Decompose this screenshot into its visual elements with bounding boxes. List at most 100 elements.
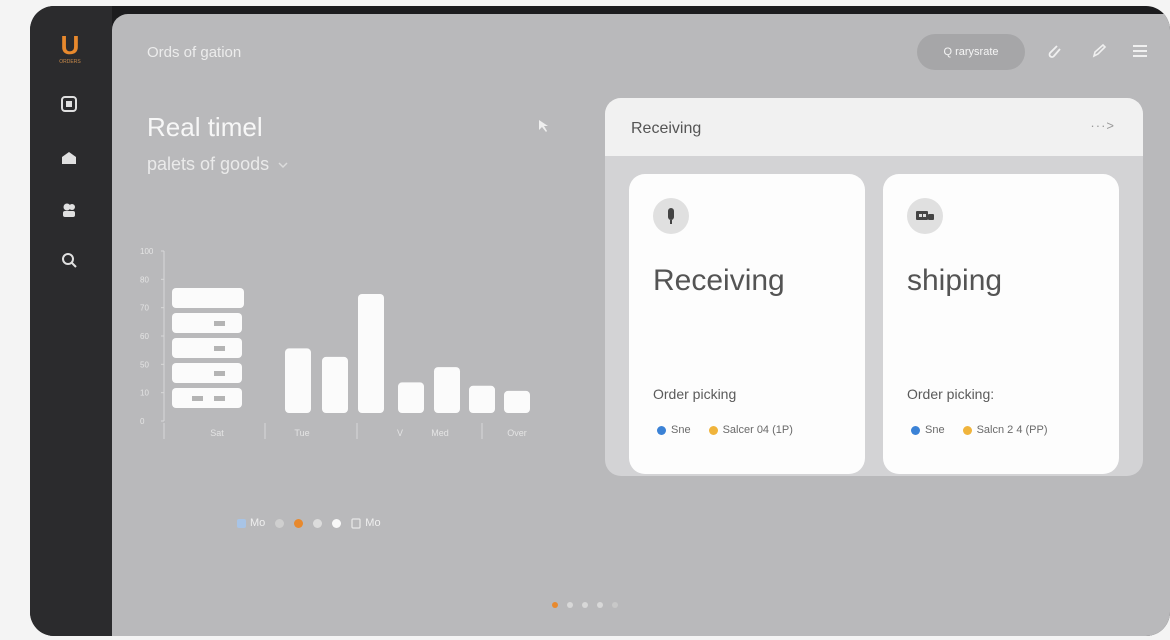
y-tick-label: 60 (140, 332, 149, 341)
panel-header: Receiving ···> (605, 98, 1143, 156)
y-tick-label: 0 (140, 417, 145, 426)
x-tick-label: Tue (294, 428, 309, 438)
legend-dot-orange[interactable] (294, 518, 304, 528)
chart-bar (398, 382, 424, 413)
page-dot-5[interactable] (612, 602, 618, 608)
document-icon (351, 517, 361, 529)
legend-item-blue[interactable]: Mo (237, 517, 265, 529)
card-subtitle-receiving: Order picking (653, 386, 737, 402)
warehouse-icon (62, 152, 76, 164)
pallet-stack-block (172, 338, 242, 358)
tag-label: Salcn 2 4 (PP) (976, 424, 1048, 436)
panel-title: Receiving (631, 120, 702, 137)
y-tick-label: 50 (140, 360, 149, 369)
pallet-slot (214, 321, 225, 326)
shipping-card[interactable]: shiping Order picking: Sne Salcn 2 4 (PP… (883, 174, 1119, 474)
card-title-shipping: shiping (907, 264, 1003, 297)
y-tick-label: 100 (140, 247, 154, 256)
page-indicator (552, 602, 618, 608)
card-tags-receiving: Sne Salcer 04 (1P) (657, 424, 793, 436)
tag-label: Sne (671, 424, 691, 436)
chart-bar (434, 367, 460, 413)
x-tick-label: Over (507, 428, 527, 438)
y-tick-label: 70 (140, 304, 149, 313)
dashboard-icon (61, 96, 77, 112)
pallet-stack-block (172, 363, 242, 383)
pencil-icon (1092, 43, 1107, 58)
card-subtitle-shipping: Order picking: (907, 386, 995, 402)
sidebar-item-dashboard[interactable] (57, 92, 81, 116)
device-frame: U ORDERS Ords of gation Q rarysrate Real… (30, 6, 1170, 636)
chart-bar (322, 356, 348, 413)
main-area: Ords of gation Q rarysrate Real timel pa… (112, 14, 1170, 636)
sidebar: U ORDERS (30, 6, 112, 636)
card-title-receiving: Receiving (653, 264, 785, 297)
card-tags-shipping: Sne Salcn 2 4 (PP) (911, 424, 1048, 436)
legend-label-first: Mo (250, 517, 266, 529)
pallet-stack-block (172, 313, 242, 333)
yellow-dot-icon (962, 425, 972, 435)
pallet-stack-block (172, 388, 242, 408)
tag-blue: Sne (657, 424, 691, 436)
tag-yellow: Salcn 2 4 (PP) (962, 424, 1048, 436)
search-label: Q rarysrate (943, 46, 999, 58)
legend-dot-gray-2[interactable] (313, 518, 323, 528)
paperclip-icon (1048, 45, 1061, 58)
sidebar-item-warehouse[interactable] (57, 146, 81, 170)
pallet-slot (214, 371, 225, 376)
receiving-panel: Receiving ···> Receiving Order picking S… (605, 98, 1143, 476)
chart-bar (358, 294, 384, 413)
y-tick-label: 10 (140, 389, 149, 398)
yellow-dot-icon (708, 425, 718, 435)
x-tick-label: V (397, 428, 403, 438)
app-title: Ords of gation (147, 44, 242, 61)
hamburger-icon (1133, 45, 1147, 57)
truck-icon (916, 211, 934, 220)
chart-bar (504, 390, 530, 413)
blue-dot-icon (657, 425, 666, 435)
sidebar-item-users[interactable] (57, 198, 81, 222)
y-tick-label: 80 (140, 275, 149, 284)
legend-dot-white[interactable] (332, 518, 342, 528)
more-button[interactable]: ···> (1090, 118, 1115, 133)
users-icon (63, 203, 75, 217)
goods-dropdown-label: palets of goods (147, 154, 270, 174)
page-dot-4[interactable] (597, 602, 603, 608)
blue-dot-icon (911, 425, 920, 435)
pallets-chart: 10080706050100Sat Tue V Med Over (140, 247, 530, 439)
goods-dropdown[interactable]: palets of goods (147, 154, 289, 175)
tag-yellow: Salcer 04 (1P) (708, 424, 793, 436)
x-tick-label: Med (431, 428, 449, 438)
search-icon (62, 253, 77, 268)
receiving-icon-wrap (653, 198, 689, 234)
pallet-slot (214, 346, 225, 351)
x-tick-label: Sat (210, 428, 224, 438)
receiving-card[interactable]: Receiving Order picking Sne Salcer 04 (1… (629, 174, 865, 474)
search-button[interactable]: Q rarysrate (917, 34, 1025, 70)
page-dot-1[interactable] (552, 602, 558, 608)
shipping-icon-wrap (907, 198, 943, 234)
edit-button[interactable] (1087, 39, 1111, 63)
microphone-icon (668, 208, 674, 224)
realtime-title: Real timel (147, 112, 263, 142)
chart-legend: Mo Mo (237, 517, 381, 529)
pallet-slot (192, 396, 203, 401)
app-logo[interactable]: U ORDERS (55, 32, 85, 70)
tag-label: Sne (925, 424, 945, 436)
pallet-stack-block (172, 288, 244, 308)
pallet-slot (214, 396, 225, 401)
legend-label-last: Mo (365, 517, 381, 529)
legend-dot-gray[interactable] (275, 518, 285, 528)
tag-label: Salcer 04 (1P) (722, 424, 793, 436)
menu-button[interactable] (1128, 39, 1152, 63)
chart-bar (285, 348, 311, 413)
legend-dot-blue (237, 518, 246, 528)
attach-button[interactable] (1042, 39, 1066, 63)
page-dot-2[interactable] (567, 602, 573, 608)
chevron-down-icon (278, 161, 288, 168)
sidebar-item-search[interactable] (57, 248, 81, 272)
tag-blue: Sne (911, 424, 945, 436)
legend-item-last[interactable]: Mo (351, 517, 381, 529)
page-dot-3[interactable] (582, 602, 588, 608)
cursor-icon (539, 120, 548, 132)
